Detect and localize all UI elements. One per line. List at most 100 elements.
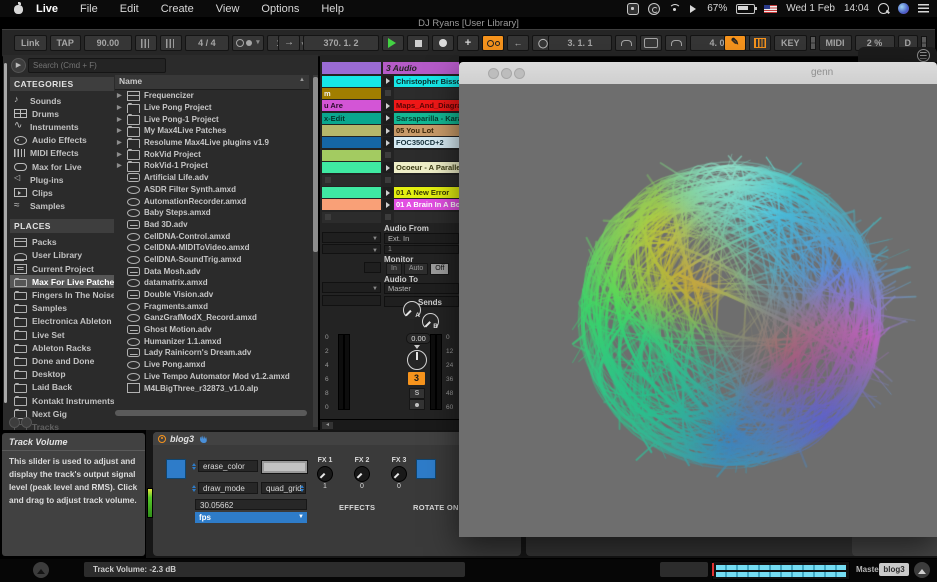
arrangement-position-field[interactable]: 370. 1. 2 [303,35,379,51]
menu-item[interactable]: Help [310,3,355,15]
file-row[interactable]: ▶ CellDNA-Control.amxd [115,230,309,242]
clip-slot[interactable]: x-Edit [322,113,381,124]
file-list-scrollbar-thumb[interactable] [313,77,318,252]
clip-slot[interactable] [383,150,459,161]
file-row[interactable]: ▶ Fragments.amxd [115,300,309,312]
siri-icon[interactable] [898,3,909,14]
output-device-menu[interactable]: Master [384,283,459,294]
category-item[interactable]: Clips [10,186,114,199]
clip-slot[interactable] [322,175,381,186]
file-row[interactable]: ▶ Live Pong-1 Project [115,113,309,125]
draw-mode-value-spinner[interactable] [300,483,305,494]
draw-mode-button[interactable]: ✎ [724,35,746,51]
fx-knob[interactable] [391,466,407,482]
menu-item[interactable]: View [205,3,251,15]
monitor-option[interactable]: Off [430,263,449,275]
expander-icon[interactable]: ▶ [117,162,123,169]
file-row[interactable]: ▶ CellDNA-MIDIToVideo.amxd [115,242,309,254]
category-item[interactable]: Plug-ins [10,173,114,186]
clip-slot[interactable]: Ocoeur - A Parallel Life [383,162,459,173]
file-row[interactable]: ▶ Humanizer 1.1.amxd [115,335,309,347]
category-item[interactable]: Drums [10,107,114,120]
category-item[interactable]: Audio Effects [10,134,114,147]
device-activator-icon[interactable] [158,435,166,443]
menu-date[interactable]: Wed 1 Feb [786,3,835,14]
clip-launch-button[interactable] [383,113,393,124]
clip-slot[interactable]: Sarsaparilla - Karahee - 0 [383,113,459,124]
file-row[interactable]: ▶ My Max4Live Patches [115,125,309,137]
send-a-knob[interactable]: A [403,301,421,319]
rotate-toggle[interactable] [416,459,436,479]
file-row[interactable]: ▶ datamatrix.amxd [115,277,309,289]
erase-color-spinner[interactable] [192,461,197,472]
scroll-left-arrow[interactable]: ◂ [322,422,333,429]
clip-slot[interactable] [322,76,381,87]
clip-slot[interactable] [383,88,459,99]
category-item[interactable]: Max for Live [10,160,114,173]
clip-slot[interactable] [322,137,381,148]
sort-ascending-icon[interactable]: ▲ [299,77,305,83]
category-item[interactable]: Sounds [10,94,114,107]
file-row[interactable]: ▶ AutomationRecorder.amxd [115,195,309,207]
wifi-icon[interactable] [669,4,681,13]
clip-slot[interactable] [322,150,381,161]
expander-icon[interactable]: ▶ [117,151,123,158]
minimize-icon[interactable] [501,68,512,79]
back-to-arrangement-button[interactable]: ← [507,35,529,51]
info-view-toggle-icon[interactable] [33,562,49,578]
midi-map-button[interactable]: MIDI [819,35,852,51]
track-right-header[interactable]: 3 Audio [383,62,459,74]
file-row[interactable]: ▶ Frequencizer [115,90,309,102]
solo-button[interactable]: S [409,388,425,399]
file-row[interactable]: ▶ Ghost Motion.adv [115,324,309,336]
loop-start-field[interactable]: 3. 1. 1 [548,35,612,51]
left-output-menu[interactable]: ▼ [322,282,381,293]
punch-out-button[interactable] [665,35,687,51]
apple-menu-icon[interactable] [14,3,23,14]
input-channel-menu[interactable]: 1 [384,245,459,254]
clip-slot[interactable]: 01 A Brain In A Bottle [383,199,459,210]
place-item[interactable]: Live Set [10,328,114,341]
clip-launch-button[interactable] [383,100,393,111]
file-row[interactable]: ▶ Live Pong.amxd [115,359,309,371]
search-input[interactable] [28,58,166,73]
tap-tempo-button[interactable]: TAP [50,35,81,51]
browser-bottom-icon-1[interactable] [9,417,20,428]
loop-button[interactable] [640,35,662,51]
browser-horizontal-scrollbar[interactable] [115,410,307,416]
place-item[interactable]: User Library [10,249,114,262]
creative-cloud-icon[interactable] [648,3,660,15]
file-row[interactable]: ▶ Live Pong Project [115,102,309,114]
input-device-menu[interactable]: Ext. In [384,233,459,244]
punch-in-button[interactable] [615,35,637,51]
nudge-down-button[interactable] [135,35,157,51]
screen-recorder-icon[interactable] [627,3,639,15]
left-input-menu[interactable]: ▼ [322,232,381,243]
zoom-icon[interactable] [514,68,525,79]
fps-dropdown[interactable]: fps▼ [195,512,307,523]
link-button[interactable]: Link [14,35,47,51]
nudge-up-button[interactable] [160,35,182,51]
place-item[interactable]: Laid Back [10,381,114,394]
clip-slot[interactable]: m [322,88,381,99]
category-item[interactable]: Samples [10,200,114,213]
category-item[interactable]: Instruments [10,120,114,133]
file-row[interactable]: ▶ Lady Rainicorn's Dream.adv [115,347,309,359]
clip-slot[interactable]: FOC350CD+2 [383,137,459,148]
place-item[interactable]: Current Project [10,262,114,275]
clip-slot[interactable]: 01 A New Error [383,187,459,198]
place-item[interactable]: Packs [10,236,114,249]
expander-icon[interactable]: ▶ [117,127,123,134]
file-row[interactable]: ▶ CellDNA-SoundTrig.amxd [115,254,309,266]
erase-color-swatch[interactable] [261,460,308,474]
close-icon[interactable] [488,68,499,79]
erase-toggle[interactable] [166,459,186,479]
play-button[interactable] [382,35,404,51]
session-overview-icon[interactable] [917,49,930,62]
monitor-option[interactable]: In [386,263,402,275]
session-horizontal-scrollbar[interactable]: ◂ [320,419,459,430]
file-row[interactable]: ▶ Live Tempo Automator Mod v1.2.amxd [115,371,309,383]
metronome-button[interactable]: ▾ [232,35,264,51]
menu-item[interactable]: Options [250,3,310,15]
place-item[interactable]: Samples [10,302,114,315]
